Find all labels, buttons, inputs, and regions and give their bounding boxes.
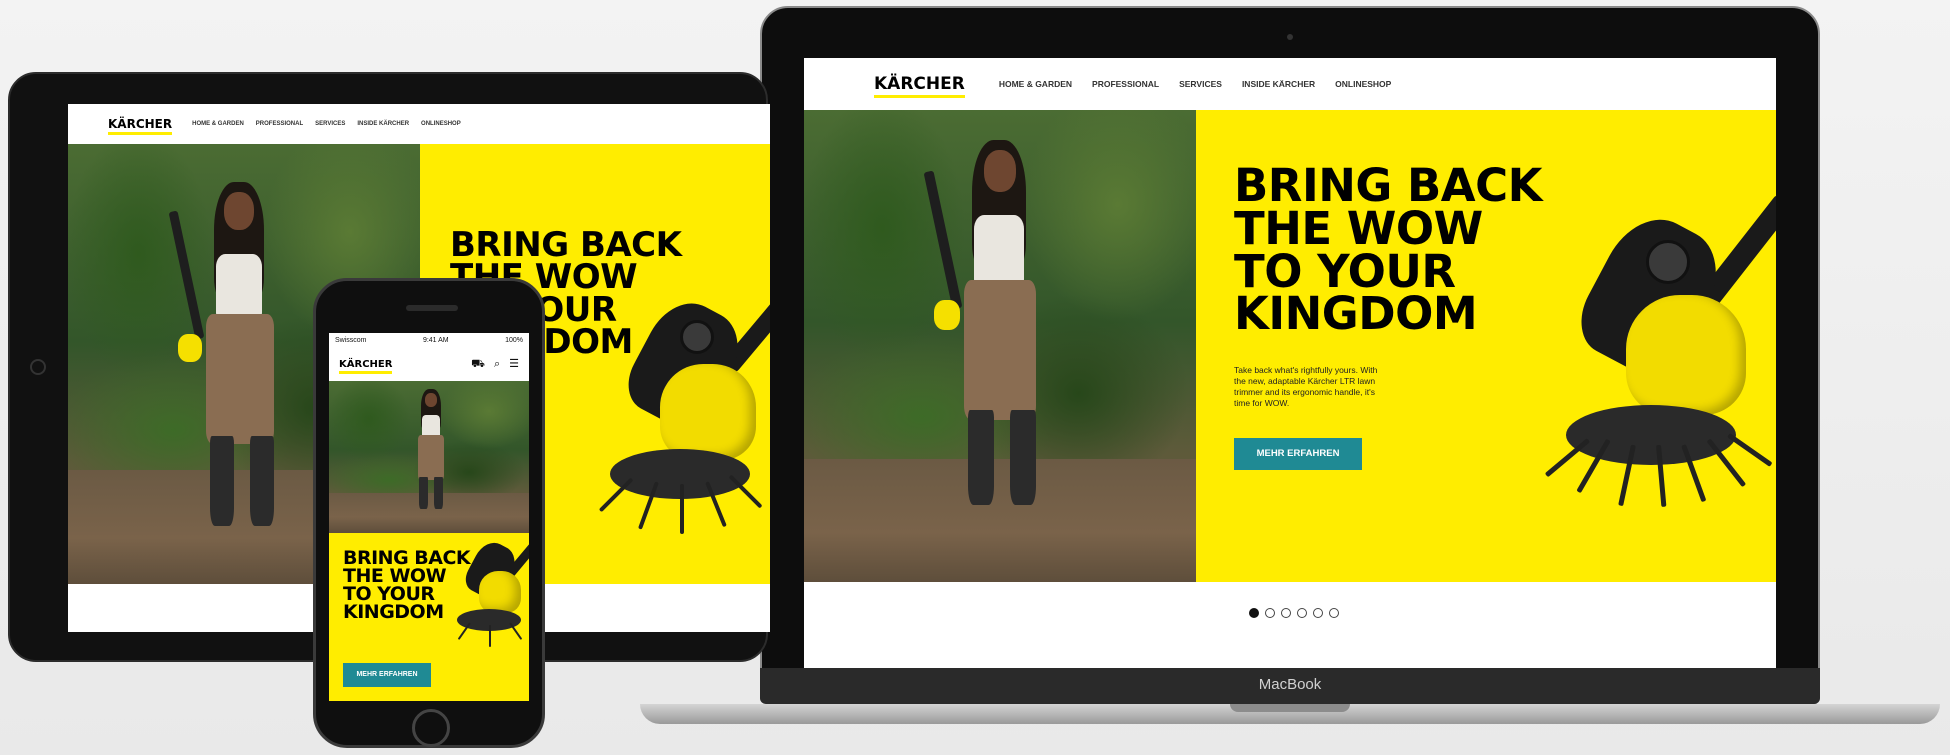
- gardener-figure: [168, 174, 308, 584]
- nav-item-onlineshop[interactable]: ONLINESHOP: [421, 121, 461, 127]
- main-nav: HOME & GARDEN PROFESSIONAL SERVICES INSI…: [999, 79, 1392, 89]
- trimmer-product-image: [1486, 140, 1776, 580]
- search-icon[interactable]: ⌕: [494, 358, 500, 370]
- carousel-dot-4[interactable]: [1297, 608, 1307, 618]
- nav-item-professional[interactable]: PROFESSIONAL: [1092, 79, 1159, 89]
- laptop-model-label: MacBook: [1258, 676, 1322, 693]
- carousel-dot-3[interactable]: [1281, 608, 1291, 618]
- logo-stripe: [339, 370, 393, 374]
- nav-item-inside-karcher[interactable]: INSIDE KÄRCHER: [1242, 79, 1315, 89]
- cart-icon[interactable]: ⛟: [471, 358, 485, 370]
- phone-device: Swisscom 9:41 AM 100% KÄRCHER ⛟ ⌕ ☰ BRIN…: [313, 278, 545, 748]
- body-line-2: the new, adaptable Kärcher LTR lawn: [1234, 376, 1376, 387]
- karcher-logo[interactable]: KÄRCHER: [108, 117, 173, 135]
- trimmer-product-image: [439, 533, 529, 653]
- status-bar: Swisscom 9:41 AM 100%: [329, 333, 529, 347]
- laptop-screen: KÄRCHER HOME & GARDEN PROFESSIONAL SERVI…: [804, 58, 1776, 668]
- laptop-notch: [1230, 704, 1350, 712]
- carousel-dot-5[interactable]: [1313, 608, 1323, 618]
- mehr-erfahren-button[interactable]: MEHR ERFAHREN: [343, 663, 431, 687]
- logo-stripe: [108, 132, 173, 135]
- main-nav: HOME & GARDEN PROFESSIONAL SERVICES INSI…: [192, 121, 461, 127]
- gardener-figure: [407, 387, 457, 527]
- laptop-device: KÄRCHER HOME & GARDEN PROFESSIONAL SERVI…: [640, 6, 1940, 726]
- hero-body-copy: Take back what's rightfully yours. With …: [1234, 365, 1424, 409]
- nav-item-home-garden[interactable]: HOME & GARDEN: [999, 79, 1072, 89]
- header-icons: ⛟ ⌕ ☰: [471, 358, 519, 370]
- carousel-dot-1[interactable]: [1249, 608, 1259, 618]
- nav-item-professional[interactable]: PROFESSIONAL: [256, 121, 303, 127]
- nav-item-inside-karcher[interactable]: INSIDE KÄRCHER: [357, 121, 409, 127]
- gardener-figure: [923, 130, 1074, 570]
- hero-yellow-panel: BRING BACK THE WOW TO YOUR KINGDOM Take …: [1196, 110, 1776, 582]
- phone-screen: Swisscom 9:41 AM 100% KÄRCHER ⛟ ⌕ ☰ BRIN…: [329, 333, 529, 701]
- body-line-1: Take back what's rightfully yours. With: [1234, 365, 1378, 375]
- carousel-dot-2[interactable]: [1265, 608, 1275, 618]
- karcher-logo[interactable]: KÄRCHER: [874, 74, 965, 98]
- site-header: KÄRCHER HOME & GARDEN PROFESSIONAL SERVI…: [804, 58, 1776, 110]
- battery-label: 100%: [505, 336, 523, 344]
- karcher-logo[interactable]: KÄRCHER: [339, 358, 393, 374]
- logo-text: KÄRCHER: [874, 74, 965, 94]
- phone-speaker: [406, 305, 458, 311]
- logo-text: KÄRCHER: [108, 117, 173, 131]
- hero-photo: [329, 381, 529, 533]
- hero-photo: [804, 110, 1196, 582]
- carousel-dot-6[interactable]: [1329, 608, 1339, 618]
- site-header: KÄRCHER HOME & GARDEN PROFESSIONAL SERVI…: [68, 104, 770, 144]
- nav-item-home-garden[interactable]: HOME & GARDEN: [192, 121, 244, 127]
- body-line-4: time for WOW.: [1234, 398, 1290, 409]
- site-header: KÄRCHER ⛟ ⌕ ☰: [329, 347, 529, 381]
- camera: [1287, 34, 1293, 40]
- tablet-home-button: [30, 359, 46, 375]
- phone-home-button: [412, 709, 450, 747]
- logo-stripe: [874, 95, 965, 98]
- time-label: 9:41 AM: [422, 336, 449, 344]
- trimmer-product-image: [570, 254, 770, 574]
- nav-item-onlineshop[interactable]: ONLINESHOP: [1335, 79, 1391, 89]
- carousel-dots: [1249, 608, 1339, 618]
- carrier-label: Swisscom: [335, 336, 367, 344]
- nav-item-services[interactable]: SERVICES: [315, 121, 345, 127]
- menu-icon[interactable]: ☰: [509, 358, 519, 370]
- body-line-3: trimmer and its ergonomic handle, it's: [1234, 387, 1375, 398]
- hero-yellow-panel: BRING BACK THE WOW TO YOUR KINGDOM MEHR …: [329, 533, 529, 701]
- mehr-erfahren-button[interactable]: MEHR ERFAHREN: [1234, 438, 1362, 470]
- nav-item-services[interactable]: SERVICES: [1179, 79, 1222, 89]
- logo-text: KÄRCHER: [339, 358, 393, 370]
